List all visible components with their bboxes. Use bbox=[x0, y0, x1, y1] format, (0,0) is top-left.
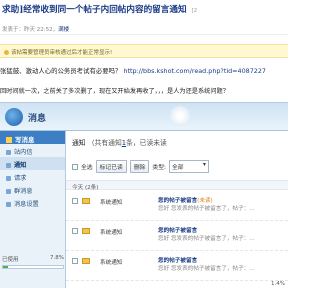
compose-icon bbox=[6, 137, 12, 143]
page-title-suffix: 条，已读未读 bbox=[126, 139, 167, 147]
quota-bar bbox=[2, 265, 64, 269]
group-header-today: 今天 (2条) bbox=[66, 180, 288, 191]
message-subject[interactable]: 您的帖子被留言(未读) bbox=[158, 196, 213, 204]
quota-value: 7.8% bbox=[50, 255, 64, 261]
type-filter-value: 全部 bbox=[171, 165, 184, 171]
dandelion-decoration-icon bbox=[170, 106, 190, 126]
group-icon bbox=[6, 188, 11, 194]
page-title-text: 通知 bbox=[72, 139, 86, 147]
chevron-down-icon: ▾ bbox=[203, 162, 206, 168]
post-title: 求助]经常收到同一个帖子内回帖内容的留言通知 [2 bbox=[0, 0, 288, 23]
compose-label: 写消息 bbox=[15, 136, 35, 144]
type-filter-select[interactable]: 全部 ▾ bbox=[168, 160, 209, 173]
sidebar-item-requests[interactable]: 请求 bbox=[0, 170, 65, 183]
message-window-header: 消息 bbox=[0, 103, 288, 131]
sidebar-item-label: 站内信 bbox=[14, 149, 33, 156]
toolbar: 全选 标记已读 删除 类型: 全部 ▾ bbox=[72, 160, 209, 173]
message-sender: 系统通知 bbox=[100, 230, 123, 236]
sidebar-item-group-messages[interactable]: 群消息 bbox=[0, 183, 65, 196]
select-all-label: 全选 bbox=[81, 165, 93, 171]
message-window: 消息 写消息 站内信 通知 请求 群消息 消息设置 已使用 7.8% 通知 （共… bbox=[0, 102, 288, 288]
message-sender: 系统通知 bbox=[100, 260, 123, 266]
sidebar-item-inbox[interactable]: 站内信 bbox=[0, 144, 65, 157]
row-checkbox[interactable] bbox=[72, 258, 78, 264]
page-title: 通知 （共有通知1条，已读未读 bbox=[72, 137, 167, 147]
compose-button[interactable]: 写消息 bbox=[0, 131, 65, 144]
review-notice: 该帖需要管理员审核通过后才能正常显示! bbox=[0, 44, 288, 58]
sidebar-item-notifications[interactable]: 通知 bbox=[0, 157, 65, 170]
sidebar-item-settings[interactable]: 消息设置 bbox=[0, 196, 65, 209]
list-item[interactable]: 系统通知 您的帖子被留言 您好 您发表的帖子被留言了，帖子：... bbox=[66, 253, 288, 281]
envelope-icon bbox=[82, 258, 90, 264]
request-icon bbox=[6, 175, 11, 181]
mail-icon bbox=[6, 149, 11, 155]
message-preview: 您好 您发表的帖子被留言了，帖子：... bbox=[158, 206, 255, 212]
gear-icon bbox=[6, 201, 11, 207]
list-item[interactable]: 系统通知 您的帖子被留言 您好 您发表的帖子被留言了，帖子：... bbox=[66, 223, 288, 251]
sidebar-item-label: 消息设置 bbox=[14, 201, 39, 208]
delete-button[interactable]: 删除 bbox=[129, 160, 150, 173]
row-checkbox[interactable] bbox=[72, 228, 78, 234]
post-body-text: 张猛鼓、激动人心的公务员考试有必要吗？ bbox=[0, 67, 122, 75]
notification-pane: 通知 （共有通知1条，已读未读 全选 标记已读 删除 类型: 全部 ▾ 今天 (… bbox=[66, 131, 288, 288]
quota-fill bbox=[3, 266, 8, 268]
message-preview: 您好 您发表的帖子被留言了，帖子：... bbox=[158, 236, 255, 242]
post-meta: 发表于：昨天 22:52，满楼 bbox=[0, 23, 288, 35]
warning-icon bbox=[4, 50, 9, 55]
storage-quota: 已使用 7.8% bbox=[2, 255, 64, 269]
bell-icon bbox=[6, 162, 11, 168]
zoom-indicator: 1.4% bbox=[271, 281, 285, 287]
post-views: [2 bbox=[191, 8, 198, 14]
post-link[interactable]: http://bbs.kshot.com/read.php?tid=408722… bbox=[123, 67, 266, 75]
post-body-line2: 回时间就一次，之前关了多次删了，现在又开始发再收了，，，是人为还是系统问题？ bbox=[0, 88, 229, 95]
post-time: 昨天 22:52 bbox=[24, 27, 53, 33]
select-all-checkbox[interactable] bbox=[72, 163, 78, 170]
page-title-sub: （共有通知 bbox=[87, 139, 122, 147]
app-logo-icon bbox=[5, 108, 23, 126]
post-meta-prefix: 发表于： bbox=[2, 27, 25, 33]
message-preview: 您好 您发表的帖子被留言了，帖子：... bbox=[158, 266, 255, 272]
post-body-line1: 张猛鼓、激动人心的公务员考试有必要吗？ http://bbs.kshot.com… bbox=[0, 66, 288, 75]
list-item[interactable]: 系统通知 您的帖子被留言(未读) 您好 您发表的帖子被留言了，帖子：... bbox=[66, 193, 288, 221]
message-subject[interactable]: 您的帖子被留言 bbox=[158, 226, 197, 234]
sidebar-item-label: 群消息 bbox=[14, 188, 33, 195]
post-author-link[interactable]: 满楼 bbox=[58, 27, 69, 33]
message-subject[interactable]: 您的帖子被留言 bbox=[158, 256, 197, 264]
envelope-icon bbox=[82, 198, 90, 204]
message-sidebar: 写消息 站内信 通知 请求 群消息 消息设置 已使用 7.8% bbox=[0, 131, 66, 288]
envelope-icon bbox=[82, 228, 90, 234]
app-title: 消息 bbox=[28, 114, 47, 124]
type-filter-label: 类型: bbox=[152, 165, 166, 171]
review-notice-text: 该帖需要管理员审核通过后才能正常显示! bbox=[11, 50, 113, 56]
message-sender: 系统通知 bbox=[100, 200, 123, 206]
post-title-text: 求助]经常收到同一个帖子内回帖内容的留言通知 bbox=[2, 5, 187, 15]
sidebar-item-label: 请求 bbox=[14, 175, 27, 182]
row-checkbox[interactable] bbox=[72, 198, 78, 204]
quota-label: 已使用 bbox=[2, 257, 19, 263]
mark-read-button[interactable]: 标记已读 bbox=[95, 160, 127, 173]
sidebar-item-label: 通知 bbox=[14, 162, 27, 169]
